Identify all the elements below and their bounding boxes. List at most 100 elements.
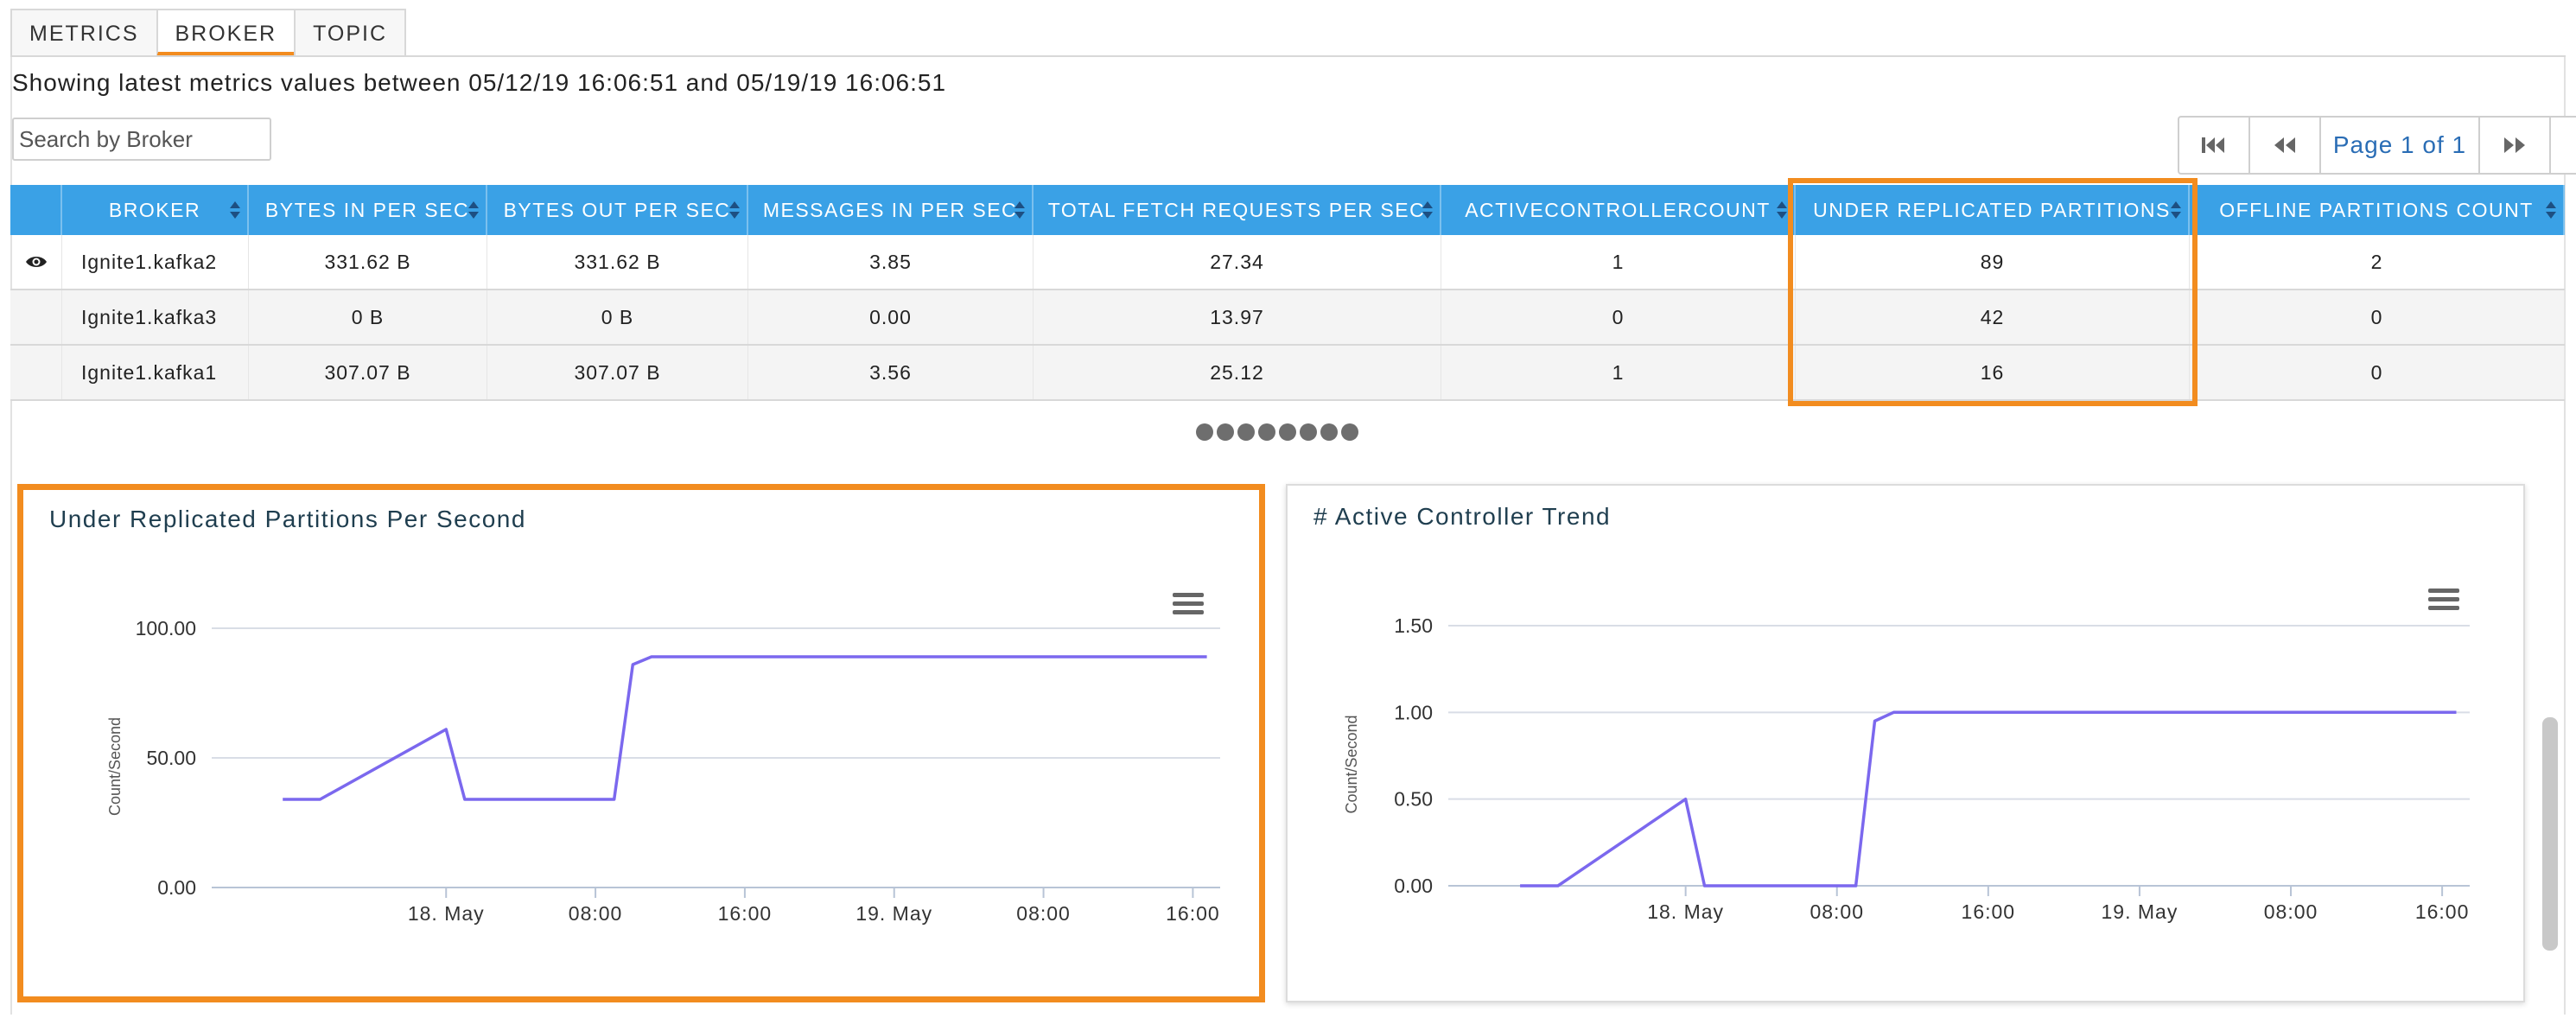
broker-search-input[interactable]: [12, 118, 271, 161]
rewind-icon: [2274, 137, 2295, 153]
pagination: Page 1 of 1: [2178, 116, 2576, 175]
y-tick-label: 100.00: [136, 617, 196, 639]
column-header-messages-in[interactable]: MESSAGES IN PER SEC: [748, 185, 1034, 235]
column-header-label: TOTAL FETCH REQUESTS PER SEC: [1047, 199, 1426, 221]
x-tick-label: 16:00: [718, 902, 773, 925]
chart-menu-button[interactable]: [2428, 588, 2459, 616]
y-tick-label: 0.50: [1394, 788, 1433, 811]
y-tick-label: 1.00: [1394, 701, 1433, 723]
x-tick-label: 16:00: [2415, 900, 2470, 923]
series-line: [283, 655, 1207, 801]
cell-active-controller: 0: [1441, 290, 1796, 344]
y-tick-label: 0.00: [1394, 875, 1433, 897]
column-header-label: OFFLINE PARTITIONS COUNT: [2219, 199, 2534, 221]
table-row[interactable]: Ignite1.kafka2 331.62 B 331.62 B 3.85 27…: [10, 235, 2565, 290]
table-header: BROKER BYTES IN PER SEC BYTES OUT PER SE…: [10, 185, 2565, 235]
column-header-broker[interactable]: BROKER: [62, 185, 249, 235]
table-row[interactable]: Ignite1.kafka3 0 B 0 B 0.00 13.97 0 42 0: [10, 290, 2565, 346]
row-select-cell[interactable]: [10, 235, 62, 289]
last-page-icon: [2573, 135, 2576, 156]
cell-offline-partitions: 2: [2190, 235, 2565, 289]
splitter-dot: [1258, 423, 1275, 441]
cell-messages-in: 0.00: [748, 290, 1034, 344]
sort-icon: [2171, 201, 2181, 220]
column-header-label: ACTIVECONTROLLERCOUNT: [1465, 199, 1771, 221]
cell-broker: Ignite1.kafka2: [62, 235, 249, 289]
first-page-button[interactable]: [2179, 118, 2250, 173]
under-replicated-chart-card: Under Replicated Partitions Per Second 0…: [17, 484, 1265, 1002]
column-header-under-replicated[interactable]: UNDER REPLICATED PARTITIONS: [1796, 185, 2190, 235]
cell-bytes-out: 307.07 B: [487, 346, 748, 399]
cell-offline-partitions: 0: [2190, 290, 2565, 344]
splitter-dot: [1196, 423, 1213, 441]
page-indicator: Page 1 of 1: [2321, 118, 2480, 173]
sort-icon: [1422, 201, 1433, 220]
row-select-cell[interactable]: [10, 346, 62, 399]
cell-messages-in: 3.56: [748, 346, 1034, 399]
panel-splitter[interactable]: [1196, 423, 1358, 441]
sort-icon: [1014, 201, 1025, 220]
tab-metrics[interactable]: METRICS: [10, 9, 158, 57]
vertical-scrollbar[interactable]: [2542, 717, 2558, 951]
cell-offline-partitions: 0: [2190, 346, 2565, 399]
column-header-active-controller[interactable]: ACTIVECONTROLLERCOUNT: [1441, 185, 1796, 235]
cell-active-controller: 1: [1441, 235, 1796, 289]
x-tick-label: 19. May: [855, 902, 932, 925]
chart-menu-button[interactable]: [1173, 592, 1204, 620]
cell-broker: Ignite1.kafka1: [62, 346, 249, 399]
x-tick-label: 08:00: [2264, 900, 2318, 923]
y-tick-label: 0.00: [157, 876, 196, 899]
y-tick-label: 1.50: [1394, 614, 1433, 637]
x-tick-label: 18. May: [1647, 900, 1724, 923]
x-tick-label: 18. May: [408, 902, 485, 925]
splitter-dot: [1237, 423, 1255, 441]
fast-forward-icon: [2504, 137, 2525, 153]
tab-topic[interactable]: TOPIC: [294, 9, 407, 57]
tab-divider: [10, 55, 2566, 57]
column-header-label: BYTES OUT PER SEC: [503, 199, 731, 221]
sort-icon: [2546, 201, 2556, 220]
column-header-offline-partitions[interactable]: OFFLINE PARTITIONS COUNT: [2190, 185, 2565, 235]
cell-under-replicated: 42: [1796, 290, 2190, 344]
y-axis-label: Count/Second: [106, 717, 124, 816]
table-row[interactable]: Ignite1.kafka1 307.07 B 307.07 B 3.56 25…: [10, 346, 2565, 401]
x-tick-label: 16:00: [1166, 902, 1220, 925]
cell-bytes-out: 0 B: [487, 290, 748, 344]
x-tick-label: 19. May: [2102, 900, 2178, 923]
prev-page-button[interactable]: [2250, 118, 2321, 173]
column-header-label: BROKER: [108, 199, 201, 221]
column-header-fetch-requests[interactable]: TOTAL FETCH REQUESTS PER SEC: [1034, 185, 1441, 235]
cell-bytes-out: 331.62 B: [487, 235, 748, 289]
under-replicated-chart: 0.00 50.00 100.00 18. May 08:00 16:00 19. May 0…: [106, 617, 1220, 925]
splitter-dot: [1300, 423, 1317, 441]
hamburger-menu-icon: [2428, 589, 2459, 610]
sort-icon: [729, 201, 740, 220]
splitter-dot: [1279, 423, 1296, 441]
sort-icon: [1777, 201, 1787, 220]
sort-icon: [468, 201, 479, 220]
splitter-dot: [1320, 423, 1338, 441]
x-tick-label: 08:00: [1016, 902, 1071, 925]
view-tabs: METRICS BROKER TOPIC: [10, 9, 407, 57]
column-header-label: UNDER REPLICATED PARTITIONS: [1813, 199, 2171, 221]
cell-under-replicated: 89: [1796, 235, 2190, 289]
cell-bytes-in: 307.07 B: [249, 346, 487, 399]
next-page-button[interactable]: [2480, 118, 2551, 173]
active-controller-chart-card: # Active Controller Trend 0.00 0.50 1.00 1.…: [1286, 484, 2525, 1002]
active-controller-chart: 0.00 0.50 1.00 1.50 18. May 08:00 16:00 19. May…: [1343, 614, 2470, 923]
x-tick-label: 08:00: [569, 902, 623, 925]
last-page-button[interactable]: [2551, 118, 2576, 173]
x-tick-label: 08:00: [1810, 900, 1864, 923]
column-header-label: BYTES IN PER SEC: [264, 199, 470, 221]
broker-table: BROKER BYTES IN PER SEC BYTES OUT PER SE…: [10, 185, 2565, 401]
first-page-icon: [2202, 137, 2224, 153]
tab-broker[interactable]: BROKER: [156, 9, 296, 57]
column-header-bytes-in[interactable]: BYTES IN PER SEC: [249, 185, 487, 235]
column-header-bytes-out[interactable]: BYTES OUT PER SEC: [487, 185, 748, 235]
cell-broker: Ignite1.kafka3: [62, 290, 249, 344]
row-select-cell[interactable]: [10, 290, 62, 344]
column-header-select: [10, 185, 62, 235]
cell-fetch-requests: 25.12: [1034, 346, 1441, 399]
cell-fetch-requests: 13.97: [1034, 290, 1441, 344]
sort-icon: [230, 201, 240, 220]
